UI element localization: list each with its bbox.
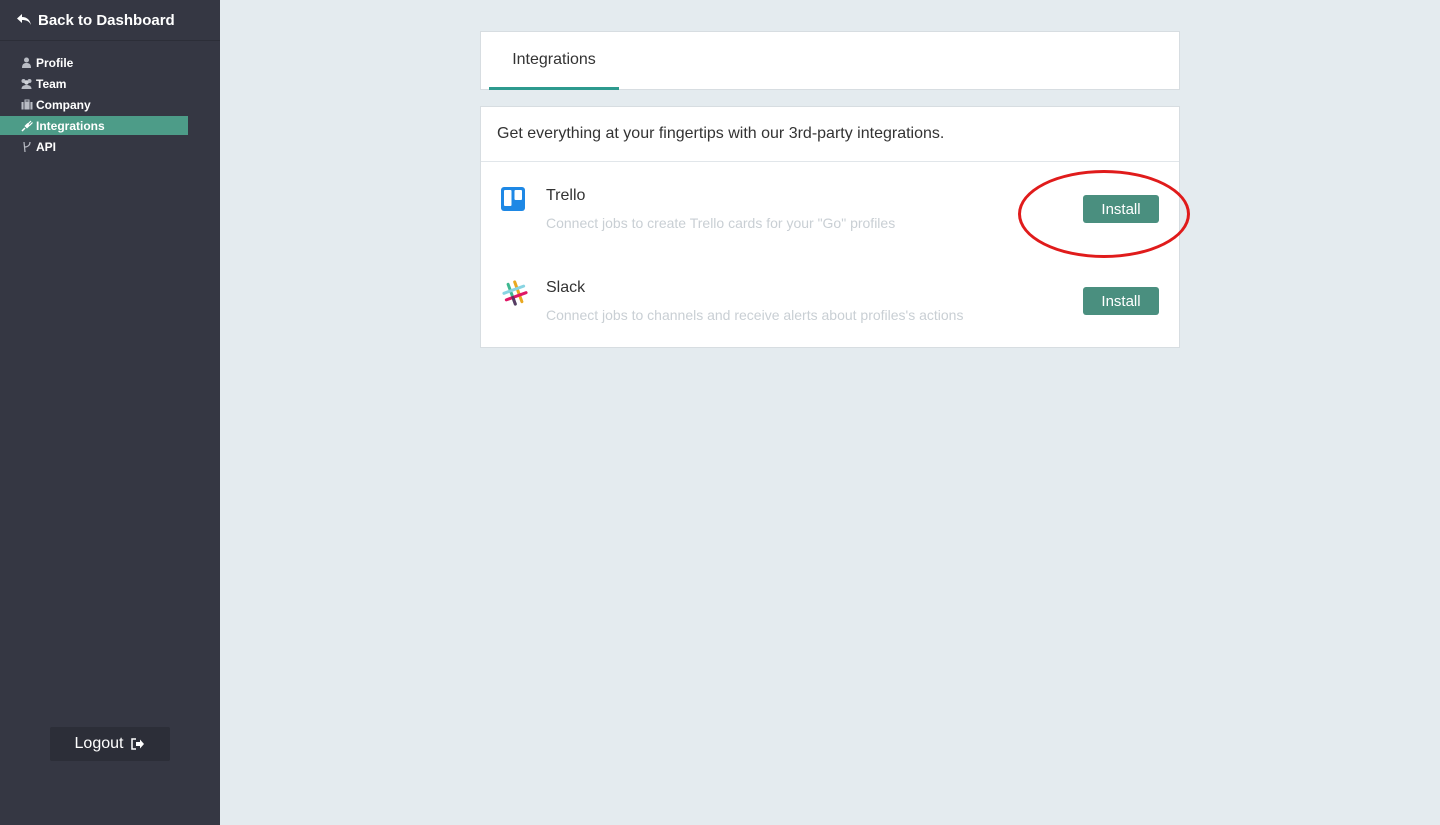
tabs-bar: Integrations bbox=[480, 31, 1180, 90]
sidebar-item-profile[interactable]: Profile bbox=[0, 53, 188, 72]
sidebar-item-label: Team bbox=[36, 76, 67, 91]
trello-icon bbox=[501, 187, 531, 217]
integrations-intro: Get everything at your fingertips with o… bbox=[481, 107, 1179, 162]
sidebar-item-label: Profile bbox=[36, 55, 74, 70]
sidebar-item-label: API bbox=[36, 139, 57, 154]
integration-name: Slack bbox=[546, 279, 586, 296]
integration-description: Connect jobs to create Trello cards for … bbox=[546, 215, 896, 231]
install-trello-button[interactable]: Install bbox=[1083, 195, 1159, 223]
sidebar-item-api[interactable]: API bbox=[0, 137, 188, 156]
api-icon bbox=[20, 140, 33, 153]
integration-description: Connect jobs to channels and receive ale… bbox=[546, 307, 964, 323]
integration-name: Trello bbox=[546, 187, 586, 204]
sidebar-item-integrations[interactable]: Integrations bbox=[0, 116, 188, 135]
sidebar-item-label: Integrations bbox=[36, 118, 105, 133]
tab-integrations[interactable]: Integrations bbox=[489, 32, 619, 90]
sidebar: Back to Dashboard Profile Team Company I… bbox=[0, 0, 220, 825]
sidebar-item-team[interactable]: Team bbox=[0, 74, 188, 93]
logout-label: Logout bbox=[74, 735, 124, 752]
briefcase-icon bbox=[20, 98, 33, 111]
slack-icon bbox=[501, 279, 531, 309]
back-to-dashboard-label: Back to Dashboard bbox=[38, 11, 175, 29]
logout-button[interactable]: Logout bbox=[50, 727, 170, 761]
sidebar-item-company[interactable]: Company bbox=[0, 95, 188, 114]
user-icon bbox=[20, 56, 33, 69]
sidebar-item-label: Company bbox=[36, 97, 91, 112]
back-to-dashboard-link[interactable]: Back to Dashboard bbox=[0, 0, 220, 41]
sign-out-icon bbox=[131, 737, 145, 751]
settings-nav: Profile Team Company Integrations API bbox=[0, 53, 220, 158]
integration-slack: Slack Connect jobs to channels and recei… bbox=[481, 279, 1179, 369]
install-slack-button[interactable]: Install bbox=[1083, 287, 1159, 315]
integration-trello: Trello Connect jobs to create Trello car… bbox=[481, 187, 1179, 277]
reply-arrow-icon bbox=[15, 11, 33, 29]
plug-icon bbox=[20, 119, 33, 132]
users-icon bbox=[20, 77, 33, 90]
integrations-card: Get everything at your fingertips with o… bbox=[480, 106, 1180, 348]
